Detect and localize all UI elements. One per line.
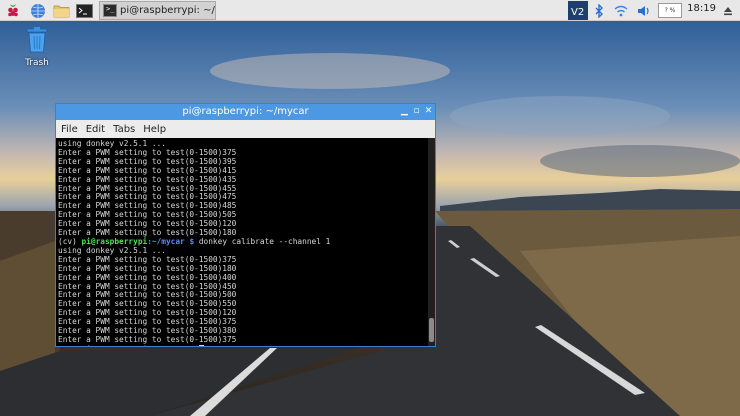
terminal-output[interactable]: using donkey v2.5.1 ... Enter a PWM setti… [56, 138, 428, 346]
taskbar-terminal-task[interactable]: pi@raspberrypi: ~/my... [99, 1, 216, 20]
file-manager-icon[interactable] [51, 1, 71, 20]
text-cursor [198, 344, 204, 346]
volume-icon[interactable] [635, 1, 653, 20]
raspberry-menu-icon[interactable] [3, 1, 23, 20]
prompt-path: :~/mycar $ [147, 345, 194, 346]
window-title-bar[interactable]: pi@raspberrypi: ~/mycar ▁ ▫ ✕ [56, 104, 435, 120]
output-block-2: using donkey v2.5.1 ... Enter a PWM setti… [58, 246, 428, 345]
current-prompt-line[interactable]: (cv) pi@raspberrypi:~/mycar $ [58, 344, 428, 346]
prompt-user-host: pi@raspberrypi [81, 345, 147, 346]
menu-tabs[interactable]: Tabs [113, 124, 135, 135]
trash-label: Trash [25, 58, 49, 68]
volume-percent-indicator[interactable]: ? % [658, 3, 682, 18]
window-title: pi@raspberrypi: ~/mycar [182, 106, 309, 117]
entered-command: donkey calibrate --channel 1 [194, 236, 331, 246]
terminal-window: pi@raspberrypi: ~/mycar ▁ ▫ ✕ File Edit … [55, 103, 436, 347]
prompt-env: (cv) [58, 345, 77, 346]
clock[interactable]: 18:19 [687, 3, 716, 14]
minimize-icon[interactable]: ▁ [399, 106, 410, 117]
close-icon[interactable]: ✕ [423, 106, 434, 117]
scrollbar-thumb[interactable] [429, 318, 434, 342]
bluetooth-icon[interactable] [592, 1, 606, 20]
output-line: Enter a PWM setting to test(0-1500)375 [58, 334, 237, 344]
prompt-env: (cv) [58, 236, 77, 246]
menu-help[interactable]: Help [143, 124, 166, 135]
output-block-1: using donkey v2.5.1 ... Enter a PWM setti… [58, 139, 428, 238]
taskbar-task-label: pi@raspberrypi: ~/my... [120, 5, 215, 16]
trash-icon [26, 27, 48, 53]
web-browser-icon[interactable] [28, 1, 48, 20]
terminal-menubar: File Edit Tabs Help [56, 120, 435, 138]
terminal-task-icon [103, 4, 118, 17]
eject-icon[interactable] [720, 1, 736, 20]
prompt-path: :~/mycar $ [147, 236, 195, 246]
menu-file[interactable]: File [61, 124, 78, 135]
prompt-user-host: pi@raspberrypi [81, 236, 148, 246]
desktop-trash[interactable]: Trash [18, 26, 56, 68]
top-panel: pi@raspberrypi: ~/my... V2 ? % 18:19 [0, 0, 740, 21]
terminal-scrollbar[interactable] [428, 138, 435, 346]
terminal-launcher-icon[interactable] [74, 1, 94, 20]
wifi-icon[interactable] [612, 1, 630, 20]
maximize-icon[interactable]: ▫ [411, 106, 422, 117]
svg-text:V2: V2 [571, 7, 584, 18]
vnc-server-icon[interactable]: V2 [568, 1, 588, 20]
menu-edit[interactable]: Edit [86, 124, 105, 135]
